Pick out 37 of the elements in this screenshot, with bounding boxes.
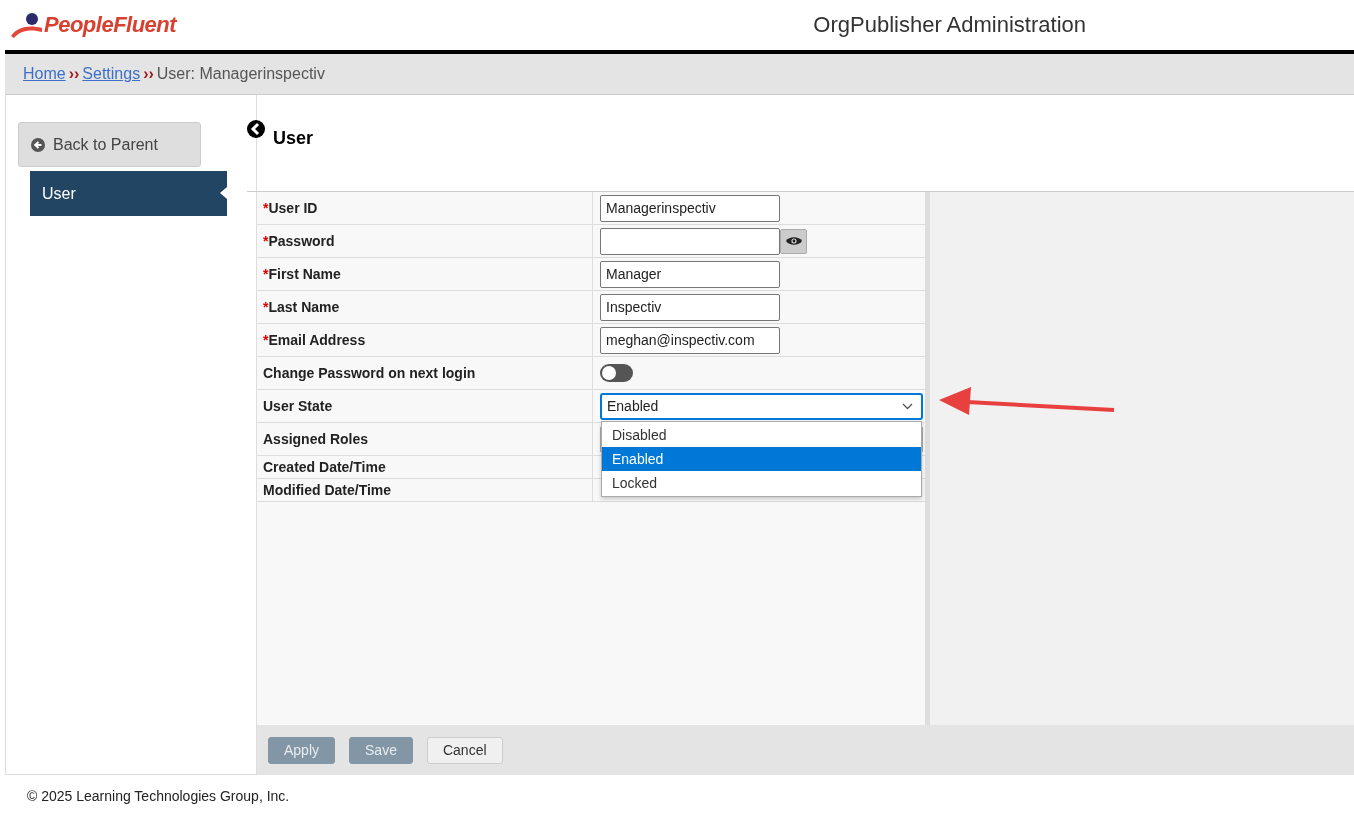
field-label: Created Date/Time [257, 456, 593, 478]
field-label: *Email Address [257, 324, 593, 356]
eye-icon [785, 236, 802, 246]
logo-icon [10, 12, 42, 38]
app-title: OrgPublisher Administration [813, 12, 1086, 38]
field-label: Modified Date/Time [257, 479, 593, 501]
field-label: *Last Name [257, 291, 593, 323]
field-label: Change Password on next login [257, 357, 593, 389]
state-dropdown[interactable]: Enabled [600, 392, 923, 420]
field-label: *User ID [257, 192, 593, 224]
text-field[interactable]: Manager [600, 260, 780, 288]
text-field[interactable]: Managerinspectiv [600, 194, 780, 222]
breadcrumb-separator: ›› [143, 65, 154, 83]
field-label: User State [257, 390, 593, 422]
page-title: User [273, 128, 314, 149]
field-label: Assigned Roles [257, 423, 593, 455]
field-label: *First Name [257, 258, 593, 290]
breadcrumb-separator: ›› [68, 65, 80, 83]
text-field[interactable]: meghan@inspectiv.com [600, 326, 780, 354]
show-password-button[interactable] [780, 228, 807, 254]
field-label: *Password [257, 225, 593, 257]
text-field[interactable]: Inspectiv [600, 293, 780, 321]
password-field[interactable] [600, 227, 780, 255]
breadcrumb-link[interactable]: Home [23, 65, 66, 83]
logo-text: PeopleFluent [44, 12, 177, 38]
toggle-switch[interactable] [600, 364, 633, 382]
sidebar-item[interactable]: User [30, 171, 227, 216]
breadcrumb-text: User: Managerinspectiv [156, 65, 325, 83]
breadcrumb-link[interactable]: Settings [82, 65, 141, 83]
chevron-down-icon [902, 402, 913, 410]
back-to-parent-button[interactable]: Back to Parent [18, 122, 201, 167]
copyright-text: © 2025 Learning Technologies Group, Inc. [26, 787, 291, 804]
dropdown-option[interactable]: Disabled [602, 423, 921, 447]
action-button[interactable]: Cancel [426, 736, 503, 764]
back-arrow-icon [31, 137, 45, 152]
dropdown-option[interactable]: Enabled [602, 447, 921, 471]
dropdown-option[interactable]: Locked [602, 471, 921, 495]
